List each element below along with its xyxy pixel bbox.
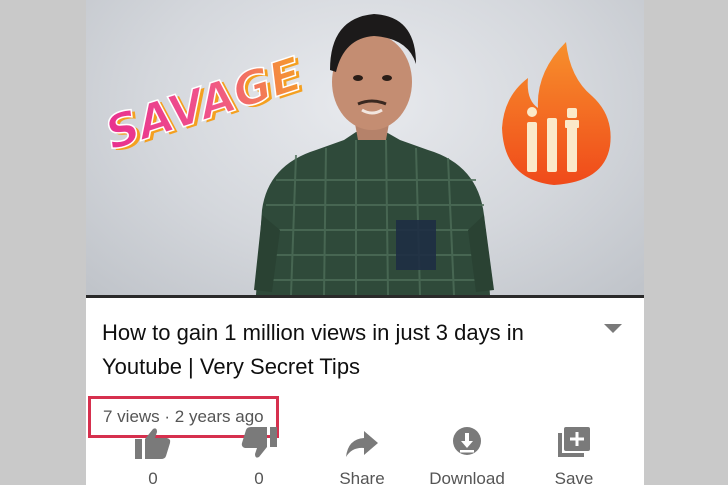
share-label: Share <box>339 469 385 485</box>
dislike-count: 0 <box>254 469 264 485</box>
download-label: Download <box>429 469 505 485</box>
fire-lit-icon <box>502 42 611 185</box>
video-title[interactable]: How to gain 1 million views in just 3 da… <box>102 316 592 384</box>
action-bar: 0 0 Share Download Save <box>86 425 644 485</box>
svg-text:SAVAGE: SAVAGE <box>99 46 309 160</box>
download-button[interactable]: Download <box>412 425 522 485</box>
views-and-date: 7 views · 2 years ago <box>103 407 264 426</box>
savage-text-art: SAVAGE SAVAGE <box>98 46 312 163</box>
expand-description-icon[interactable] <box>604 324 622 333</box>
video-thumbnail[interactable]: SAVAGE SAVAGE <box>86 0 644 295</box>
page: SAVAGE SAVAGE How to gain 1 million view… <box>0 0 728 485</box>
video-info: How to gain 1 million views in just 3 da… <box>86 298 644 438</box>
thumbnail-art: SAVAGE SAVAGE <box>98 14 611 295</box>
save-button[interactable]: Save <box>519 425 629 485</box>
download-icon <box>453 427 481 455</box>
playlist-add-icon <box>558 427 590 457</box>
share-button[interactable]: Share <box>307 425 417 485</box>
thumbs-up-icon <box>135 428 171 459</box>
like-count: 0 <box>148 469 158 485</box>
save-label: Save <box>554 469 594 485</box>
phone-screen: SAVAGE SAVAGE How to gain 1 million view… <box>86 0 644 485</box>
like-button[interactable]: 0 <box>98 425 208 485</box>
thumbs-down-icon <box>241 427 277 458</box>
share-icon <box>346 431 378 457</box>
dislike-button[interactable]: 0 <box>204 425 314 485</box>
